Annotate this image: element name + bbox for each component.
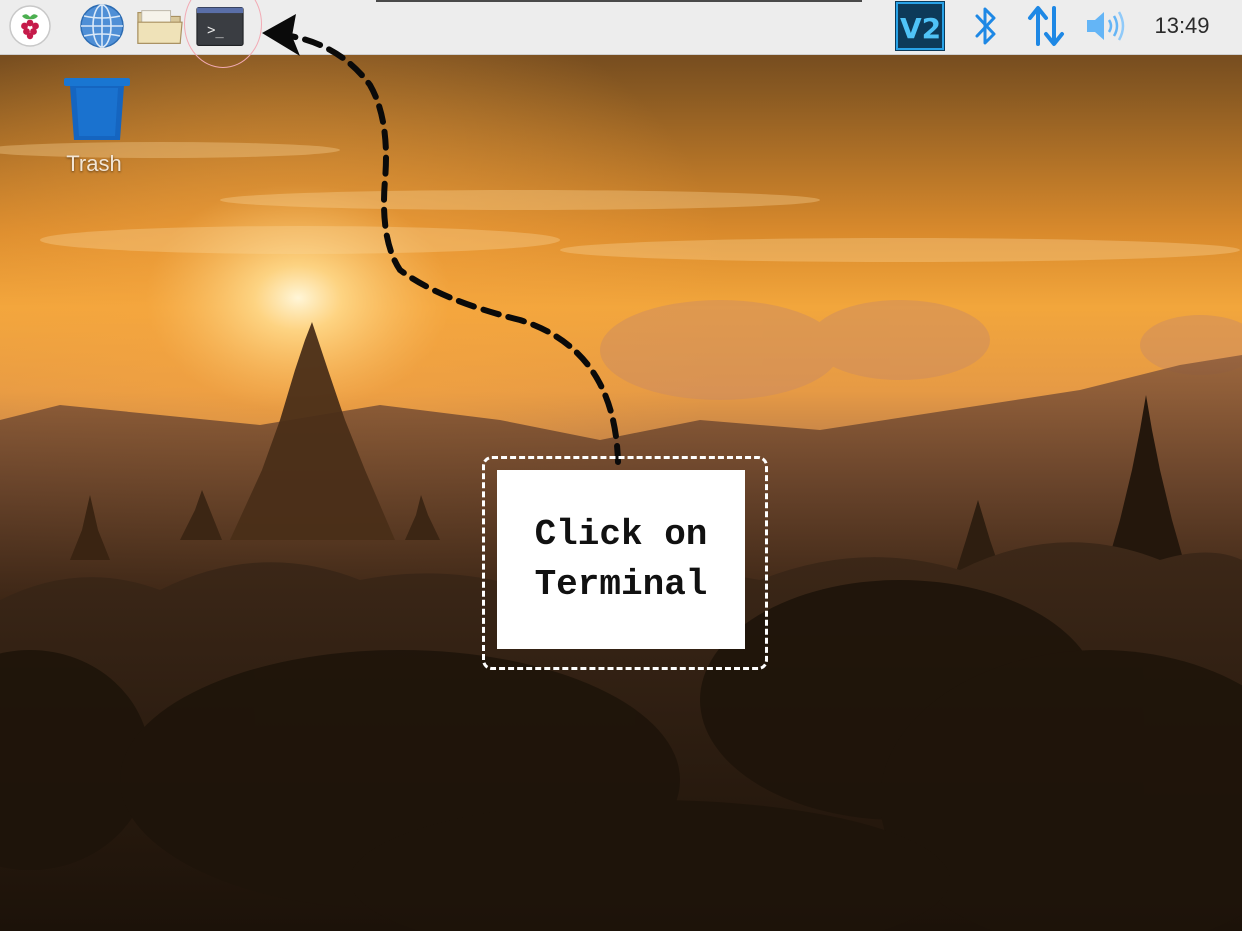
trash-icon [63,78,130,140]
folder-icon [137,10,183,44]
callout-line-2: Terminal [534,563,708,605]
terminal-button[interactable]: >_ [196,3,244,49]
bluetooth-icon [975,7,996,45]
web-browser-button[interactable] [78,3,126,49]
trash-label: Trash [66,151,122,176]
vnc-tray-button[interactable]: V2 [894,0,946,52]
svg-text:V2: V2 [900,12,941,45]
window-list-strip [376,0,862,2]
raspberry-pi-icon [9,5,51,47]
raspberry-menu-button[interactable] [6,3,54,49]
callout-line-1: Click on [534,513,708,555]
desktop-icon-trash[interactable]: Trash [54,76,134,180]
vnc-icon: V2 [895,1,945,51]
terminal-icon: >_ [196,6,244,46]
volume-icon [1087,11,1125,41]
network-tray-button[interactable] [1022,3,1070,49]
file-manager-button[interactable] [136,3,184,49]
network-icon [1028,6,1064,46]
callout-box: Click on Terminal [497,470,745,649]
bluetooth-tray-button[interactable] [964,3,1008,49]
volume-tray-button[interactable] [1082,3,1128,49]
globe-icon [80,4,124,48]
svg-text:>_: >_ [207,22,224,38]
clock[interactable]: 13:49 [1136,11,1228,41]
taskbar: >_ V2 13:49 [0,0,1242,68]
